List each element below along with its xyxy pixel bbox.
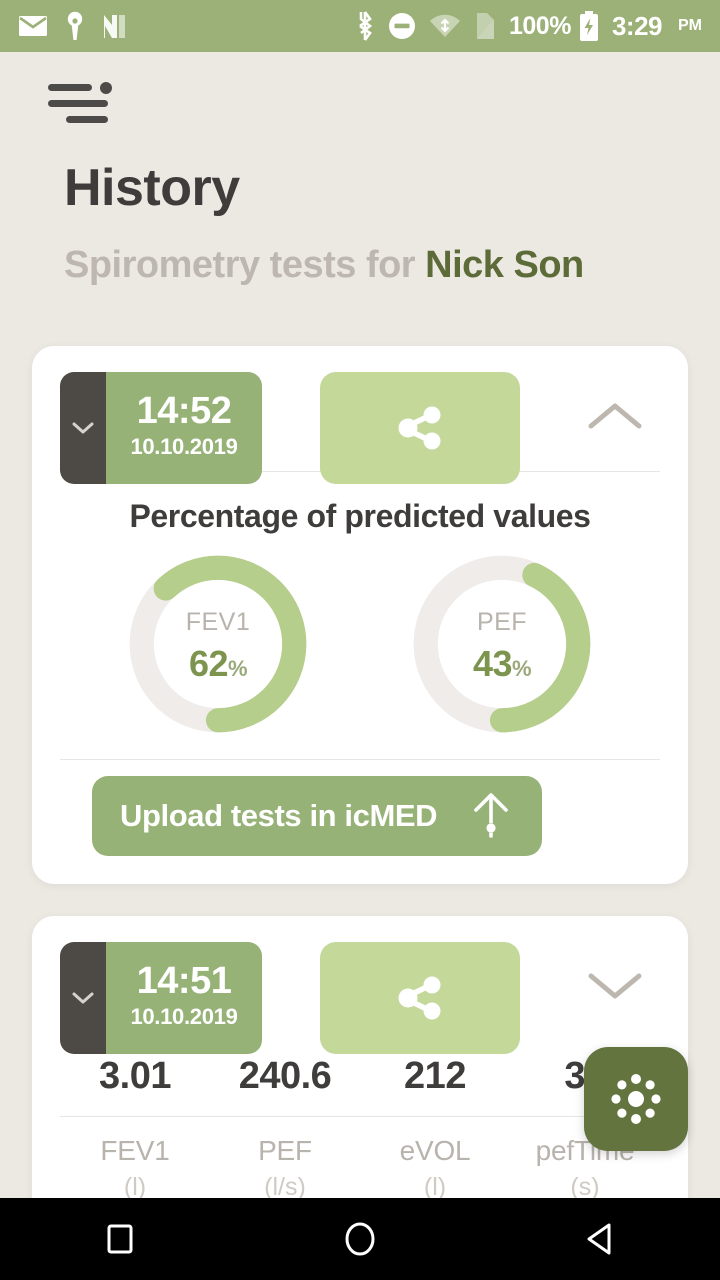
circle-icon: [345, 1222, 375, 1256]
recents-button[interactable]: [0, 1220, 240, 1258]
gauge-fev1-label: FEV1: [185, 607, 251, 636]
card-header: 14:52 10.10.2019: [32, 346, 688, 484]
status-bar-left-icons: [18, 11, 128, 41]
gauge-fev1-text: FEV1 62%: [125, 551, 311, 737]
gauges-container: FEV1 62% PEF 43%: [32, 545, 688, 759]
card-collapse-toggle[interactable]: [584, 394, 646, 438]
status-bar: 100% 3:29 PM: [0, 0, 720, 52]
card-divider-bottom: [60, 759, 660, 760]
metrics-labels-row: FEV1 (l) PEF (l/s) eVOL (l) pefTime (s): [60, 1117, 660, 1202]
back-button[interactable]: [480, 1219, 720, 1259]
gauge-fev1-number: 62: [188, 642, 229, 684]
menu-line-bottom: [66, 116, 108, 123]
chevron-down-icon: [72, 992, 94, 1004]
bluetooth-icon: [355, 11, 375, 41]
subtitle-user-name: Nick Son: [425, 244, 584, 286]
loading-dots-icon: [611, 1074, 661, 1124]
upload-tests-button[interactable]: Upload tests in icMED: [92, 776, 542, 856]
status-bar-right-icons: 100% 3:29 PM: [355, 11, 702, 42]
android-navigation-bar: [0, 1198, 720, 1280]
timestamp-body: 14:52 10.10.2019: [106, 372, 262, 484]
clock-label: 3:29: [611, 10, 663, 41]
wifi-icon: [429, 13, 461, 39]
metric-unit-peftime: (s): [570, 1173, 600, 1201]
subtitle-prefix: Spirometry tests for: [64, 244, 426, 286]
battery-percent-label: 100%: [509, 11, 571, 40]
gauge-pef-unit: %: [511, 655, 532, 681]
app-root: 100% 3:29 PM History Spirometry tests fo…: [0, 0, 720, 1280]
share-button[interactable]: [320, 372, 520, 484]
share-icon: [398, 976, 441, 1020]
menu-line-top: [48, 84, 92, 91]
chevron-down-icon: [588, 973, 642, 999]
gauge-pef-value: 43%: [472, 642, 532, 685]
page-subtitle: Spirometry tests for Nick Son: [64, 244, 704, 287]
metric-unit-evol: (l): [423, 1173, 447, 1201]
menu-line-middle: [48, 100, 108, 107]
chevron-down-icon: [72, 422, 94, 434]
share-button-2[interactable]: [320, 942, 520, 1054]
metric-unit-fev1: (l): [123, 1173, 147, 1201]
gauge-fev1-value: 62%: [188, 642, 248, 685]
upload-button-label: Upload tests in icMED: [120, 798, 438, 833]
chevron-up-icon: [588, 403, 642, 429]
gauge-pef-label: PEF: [476, 607, 528, 636]
square-icon: [107, 1224, 133, 1254]
metric-header-pef: PEF (l/s): [210, 1117, 360, 1202]
card-expand-toggle-2[interactable]: [584, 964, 646, 1008]
metric-header-evol: eVOL (l): [360, 1117, 510, 1202]
toolbar: [0, 52, 720, 152]
menu-dot: [100, 82, 112, 94]
battery-charging-icon: [579, 11, 599, 41]
upload-arrow-icon: [468, 788, 514, 845]
page-title: History: [64, 159, 240, 217]
do-not-disturb-icon: [388, 12, 416, 40]
measure-fab-button[interactable]: [584, 1047, 688, 1151]
key-icon: [66, 11, 84, 41]
test-timestamp-pill-2: 14:51 10.10.2019: [60, 942, 262, 1054]
home-button[interactable]: [240, 1219, 480, 1259]
gauge-fev1: FEV1 62%: [125, 551, 311, 737]
metric-header-fev1: FEV1 (l): [60, 1117, 210, 1202]
n-app-icon: [102, 12, 128, 40]
test-timestamp-pill: 14:52 10.10.2019: [60, 372, 262, 484]
gauge-pef-number: 43: [472, 642, 513, 684]
test-date: 10.10.2019: [130, 433, 238, 459]
card-expand-tab-2[interactable]: [60, 942, 106, 1054]
gauge-pef: PEF 43%: [409, 551, 595, 737]
sim-card-icon: [474, 12, 496, 40]
gauge-fev1-unit: %: [227, 655, 248, 681]
share-icon: [398, 406, 441, 450]
metric-label-pef: PEF: [258, 1135, 312, 1166]
test-time: 14:52: [136, 390, 232, 433]
timestamp-body-2: 14:51 10.10.2019: [106, 942, 262, 1054]
hamburger-menu-icon[interactable]: [48, 74, 114, 130]
mail-icon: [18, 14, 48, 38]
metric-unit-pef: (l/s): [264, 1173, 306, 1201]
clock-ampm-label: PM: [678, 17, 702, 34]
card-expand-tab[interactable]: [60, 372, 106, 484]
test-time-2: 14:51: [136, 960, 232, 1003]
metric-label-fev1: FEV1: [100, 1135, 170, 1166]
gauge-pef-text: PEF 43%: [409, 551, 595, 737]
test-result-card-expanded: 14:52 10.10.2019 Percentage of predicted…: [32, 346, 688, 884]
card-header-2: 14:51 10.10.2019: [32, 916, 688, 1054]
test-date-2: 10.10.2019: [130, 1003, 238, 1029]
metric-label-evol: eVOL: [399, 1135, 471, 1166]
triangle-left-icon: [587, 1223, 611, 1255]
